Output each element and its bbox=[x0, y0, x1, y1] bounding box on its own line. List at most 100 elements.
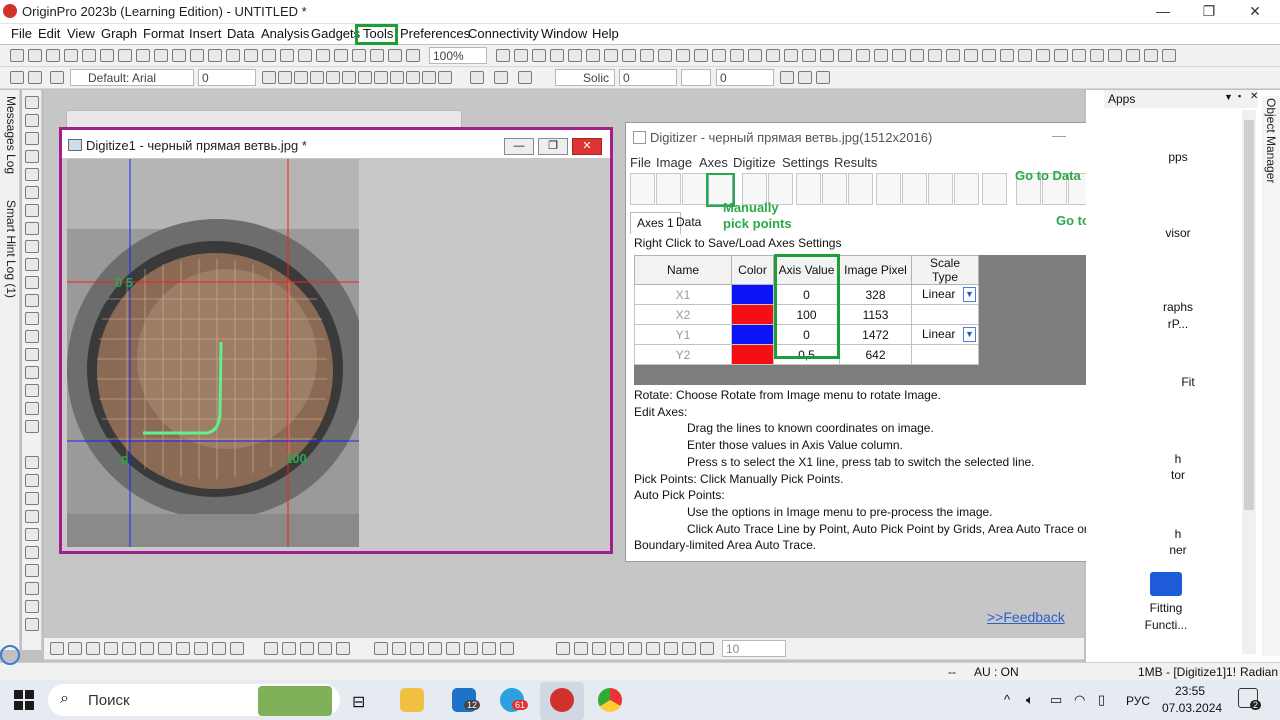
dg-menu-image[interactable]: Image bbox=[656, 155, 692, 170]
battery-icon[interactable]: ▯ bbox=[1098, 692, 1105, 708]
extract-icon[interactable] bbox=[694, 49, 708, 62]
matrix-op4-icon[interactable] bbox=[428, 642, 442, 655]
arrow-icon[interactable] bbox=[1090, 49, 1104, 62]
x-rotate-icon[interactable] bbox=[928, 49, 942, 62]
scale-type-cell[interactable]: Linear ▼ bbox=[911, 284, 979, 305]
app-item[interactable]: ner bbox=[1148, 543, 1208, 557]
arrow3-icon[interactable] bbox=[1126, 49, 1140, 62]
line-style-icon[interactable] bbox=[50, 642, 64, 655]
align-left-icon[interactable] bbox=[390, 71, 404, 84]
app-item[interactable]: visor bbox=[1148, 226, 1208, 240]
template-icon[interactable] bbox=[64, 49, 78, 62]
area-trace-icon[interactable] bbox=[822, 173, 847, 205]
script-icon[interactable] bbox=[406, 49, 420, 62]
new-data-icon[interactable] bbox=[954, 173, 979, 205]
greek-icon[interactable] bbox=[342, 71, 356, 84]
arrange-icon[interactable] bbox=[658, 49, 672, 62]
annot5-icon[interactable] bbox=[628, 642, 642, 655]
import-icon[interactable] bbox=[82, 49, 96, 62]
contour-icon[interactable] bbox=[176, 642, 190, 655]
circle-tool-icon[interactable] bbox=[25, 474, 39, 487]
network-icon[interactable]: ▭ bbox=[1050, 692, 1062, 708]
anchor-icon[interactable] bbox=[838, 49, 852, 62]
refresh-icon[interactable] bbox=[316, 49, 330, 62]
tab-data[interactable]: Data bbox=[670, 212, 707, 234]
menu-insert[interactable]: Insert bbox=[189, 26, 222, 41]
column-tool-icon[interactable] bbox=[25, 546, 39, 559]
text-tool-icon[interactable] bbox=[25, 258, 39, 271]
print-icon[interactable] bbox=[244, 49, 258, 62]
fit-tool-icon[interactable] bbox=[25, 564, 39, 577]
object-manager-tab[interactable]: Object Manager bbox=[1262, 96, 1280, 656]
menu-window[interactable]: Window bbox=[541, 26, 587, 41]
align-icon[interactable] bbox=[874, 49, 888, 62]
decrease-font-icon[interactable] bbox=[374, 71, 388, 84]
menu-connectivity[interactable]: Connectivity bbox=[468, 26, 539, 41]
matrix-icon[interactable] bbox=[136, 49, 150, 62]
stack-bar-icon[interactable] bbox=[122, 642, 136, 655]
matrix-op3-icon[interactable] bbox=[410, 642, 424, 655]
annot6-icon[interactable] bbox=[646, 642, 660, 655]
pen-icon[interactable] bbox=[28, 71, 42, 84]
paste-icon[interactable] bbox=[280, 49, 294, 62]
3d-icon[interactable] bbox=[856, 49, 870, 62]
print-preview-icon[interactable] bbox=[50, 71, 64, 84]
save-icon[interactable] bbox=[46, 49, 60, 62]
table-tool-icon[interactable] bbox=[25, 600, 39, 613]
layer-split-icon[interactable] bbox=[300, 642, 314, 655]
wifi-icon[interactable]: ◠ bbox=[1074, 692, 1085, 708]
rect-tool-icon[interactable] bbox=[25, 330, 39, 343]
scale-dropdown-icon[interactable]: ▼ bbox=[963, 287, 976, 302]
arrow-tool-icon[interactable] bbox=[25, 294, 39, 307]
menu-file[interactable]: File bbox=[11, 26, 32, 41]
app-item[interactable]: pps bbox=[1148, 150, 1208, 164]
pie-icon[interactable] bbox=[140, 642, 154, 655]
task-view-icon[interactable]: ⊟ bbox=[352, 692, 365, 712]
copy-icon[interactable] bbox=[262, 49, 276, 62]
move-icon[interactable] bbox=[964, 49, 978, 62]
region-tool-icon[interactable] bbox=[25, 348, 39, 361]
matrix-op8-icon[interactable] bbox=[500, 642, 514, 655]
annot7-icon[interactable] bbox=[664, 642, 678, 655]
scale-type-cell[interactable] bbox=[911, 344, 979, 365]
back-icon[interactable] bbox=[1000, 49, 1014, 62]
move-tool-icon[interactable] bbox=[25, 150, 39, 163]
image-close-button[interactable]: ✕ bbox=[572, 138, 602, 155]
scale-type-cell[interactable] bbox=[911, 304, 979, 325]
row-color[interactable] bbox=[731, 284, 774, 305]
row-color[interactable] bbox=[731, 324, 774, 345]
image-pixel-cell[interactable]: 328 bbox=[839, 284, 912, 305]
matrix-op5-icon[interactable] bbox=[446, 642, 460, 655]
underline-icon[interactable] bbox=[294, 71, 308, 84]
menu-view[interactable]: View bbox=[67, 26, 95, 41]
fill-color-icon[interactable] bbox=[470, 71, 484, 84]
minus-tool-icon[interactable] bbox=[25, 510, 39, 523]
apps-close-icon[interactable]: ✕ bbox=[1250, 91, 1258, 102]
sort-icon[interactable] bbox=[876, 173, 901, 205]
menu-edit[interactable]: Edit bbox=[38, 26, 60, 41]
open-icon[interactable] bbox=[28, 49, 42, 62]
dg-menu-settings[interactable]: Settings bbox=[782, 155, 829, 170]
rescale-icon[interactable] bbox=[568, 49, 582, 62]
duplicate-icon[interactable] bbox=[298, 49, 312, 62]
search-status-icon[interactable] bbox=[0, 645, 20, 665]
image-tool-icon[interactable] bbox=[25, 402, 39, 415]
grid-icon[interactable] bbox=[816, 71, 830, 84]
z-icon[interactable] bbox=[946, 49, 960, 62]
matrix-op6-icon[interactable] bbox=[464, 642, 478, 655]
chrome-taskbar-icon[interactable] bbox=[598, 688, 622, 712]
color-bar-icon[interactable] bbox=[25, 456, 39, 469]
image-minimize-button[interactable]: — bbox=[504, 138, 534, 155]
explorer-taskbar-icon[interactable] bbox=[400, 688, 424, 712]
menu-analysis[interactable]: Analysis bbox=[261, 26, 309, 41]
app-item[interactable]: Fit bbox=[1158, 375, 1218, 389]
grid-pick-icon[interactable] bbox=[796, 173, 821, 205]
annot3-icon[interactable] bbox=[592, 642, 606, 655]
right-icon[interactable] bbox=[1036, 49, 1050, 62]
superscript-icon[interactable] bbox=[310, 71, 324, 84]
zoom-in-icon[interactable] bbox=[496, 49, 510, 62]
screen-reader-icon[interactable] bbox=[604, 49, 618, 62]
open-image-icon[interactable] bbox=[630, 173, 655, 205]
flip-icon[interactable] bbox=[748, 49, 762, 62]
app-item[interactable]: raphs bbox=[1148, 300, 1208, 314]
